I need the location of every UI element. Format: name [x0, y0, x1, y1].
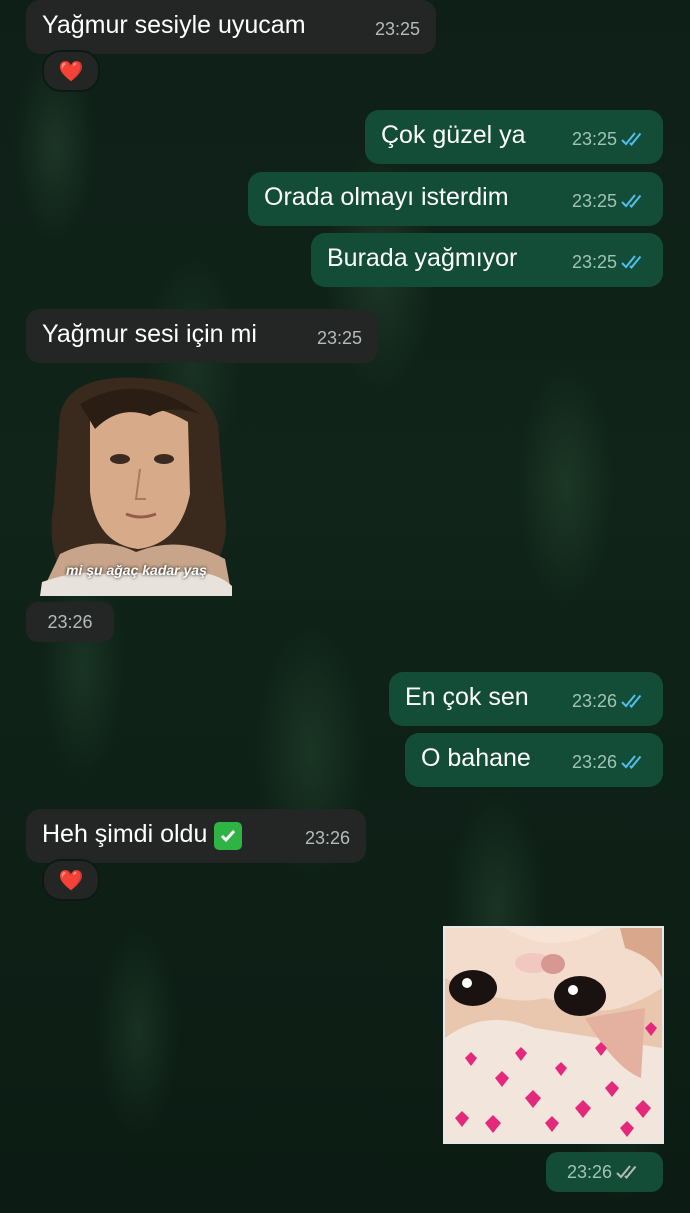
message-time-row: 23:26: [572, 686, 647, 716]
message-text: Heh şimdi oldu: [42, 820, 208, 848]
message-text: Yağmur sesi için mi: [42, 320, 257, 348]
outgoing-message[interactable]: Çok güzel ya 23:25: [365, 110, 663, 164]
reaction-badge[interactable]: ❤️: [42, 50, 100, 92]
cat-image-message[interactable]: [443, 926, 664, 1144]
message-time: 23:25: [571, 191, 617, 211]
outgoing-message[interactable]: En çok sen 23:26: [389, 672, 663, 726]
read-receipt-icon: [621, 132, 642, 146]
message-time-row: 23:25: [572, 247, 647, 277]
reaction-badge[interactable]: ❤️: [42, 859, 100, 901]
delivered-receipt-icon: [616, 1165, 637, 1179]
sticker-time-badge: 23:26: [26, 602, 114, 642]
check-mark-emoji-icon: ✅: [214, 822, 243, 850]
sticker-caption: mi şu ağaç kadar yaş: [66, 562, 207, 578]
message-text: Orada olmayı isterdim: [264, 183, 509, 211]
heart-icon: ❤️: [58, 869, 84, 892]
message-time: 23:25: [571, 252, 617, 272]
read-receipt-icon: [621, 255, 642, 269]
message-text: En çok sen: [405, 683, 529, 711]
image-time-badge: 23:26: [546, 1152, 663, 1192]
read-receipt-icon: [621, 694, 642, 708]
sticker-image[interactable]: mi şu ağaç kadar yaş: [40, 374, 232, 596]
message-time: 23:25: [374, 19, 420, 39]
message-time: 23:25: [316, 328, 362, 348]
incoming-message[interactable]: Yağmur sesi için mi 23:25: [26, 309, 378, 363]
message-time: 23:26: [566, 1161, 613, 1182]
read-receipt-icon: [621, 755, 642, 769]
outgoing-message[interactable]: Burada yağmıyor 23:25: [311, 233, 663, 287]
heart-icon: ❤️: [58, 60, 84, 83]
message-time: 23:25: [571, 129, 617, 149]
incoming-message[interactable]: Yağmur sesiyle uyucam 23:25: [26, 0, 436, 54]
outgoing-message[interactable]: Orada olmayı isterdim 23:25: [248, 172, 663, 226]
message-text: Burada yağmıyor: [327, 244, 518, 272]
message-text: Çok güzel ya: [381, 121, 526, 149]
message-time: 23:26: [571, 752, 617, 772]
message-time-row: 23:25: [572, 186, 647, 216]
outgoing-message[interactable]: O bahane 23:26: [405, 733, 663, 787]
message-time: 23:26: [47, 611, 93, 632]
message-text: O bahane: [421, 744, 531, 772]
message-text-row: Heh şimdi oldu ✅: [42, 819, 243, 850]
message-time: 23:26: [571, 691, 617, 711]
message-text: Yağmur sesiyle uyucam: [42, 11, 306, 39]
message-time-row: 23:25: [572, 124, 647, 154]
crying-cat-icon: [445, 928, 662, 1142]
message-time: 23:26: [304, 828, 350, 848]
incoming-message[interactable]: Heh şimdi oldu ✅ 23:26: [26, 809, 366, 863]
message-time-row: 23:26: [572, 747, 647, 777]
read-receipt-icon: [621, 194, 642, 208]
